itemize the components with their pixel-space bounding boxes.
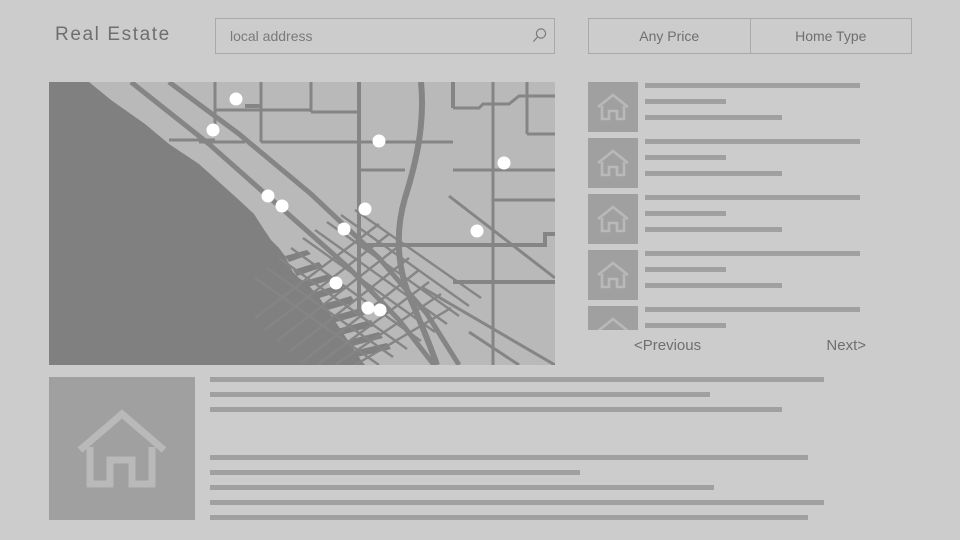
app-root: Real Estate Any Price Home Type: [0, 0, 960, 540]
listing-bar: [645, 307, 860, 312]
house-icon: [597, 317, 629, 330]
house-icon: [597, 93, 629, 121]
listing-bar: [645, 171, 782, 176]
listing-placeholder-lines: [645, 82, 912, 120]
listing-thumbnail: [588, 306, 638, 330]
listing-placeholder-lines: [645, 138, 912, 176]
map-canvas: [49, 82, 555, 365]
detail-bar: [210, 485, 714, 490]
search-box[interactable]: [215, 18, 555, 54]
filter-any-price[interactable]: Any Price: [589, 19, 750, 53]
listing-bar: [645, 251, 860, 256]
map-view[interactable]: [49, 82, 555, 365]
filter-bar: Any Price Home Type: [588, 18, 912, 54]
previous-button[interactable]: <Previous: [634, 337, 701, 354]
listing-results[interactable]: [588, 82, 912, 330]
search-icon[interactable]: [524, 27, 554, 45]
listing-bar: [645, 83, 860, 88]
detail-bar: [210, 500, 824, 505]
house-icon: [77, 408, 167, 487]
detail-bar: [210, 515, 808, 520]
search-input[interactable]: [216, 28, 524, 44]
listing-bar: [645, 99, 726, 104]
list-item[interactable]: [588, 194, 912, 250]
house-icon: [597, 261, 629, 289]
list-item[interactable]: [588, 250, 912, 306]
next-button[interactable]: Next>: [826, 337, 866, 354]
list-item[interactable]: [588, 82, 912, 138]
page-title: Real Estate: [55, 24, 171, 45]
detail-paragraph-gap: [210, 412, 910, 455]
detail-bar: [210, 392, 710, 397]
listing-bar: [645, 283, 782, 288]
listing-placeholder-lines: [645, 250, 912, 288]
listing-bar: [645, 211, 726, 216]
house-icon: [597, 149, 629, 177]
listing-bar: [645, 139, 860, 144]
listing-bar: [645, 267, 726, 272]
detail-thumbnail[interactable]: [49, 377, 195, 520]
detail-bar: [210, 455, 808, 460]
filter-home-type[interactable]: Home Type: [749, 19, 912, 53]
listing-bar: [645, 323, 726, 328]
listing-placeholder-lines: [645, 194, 912, 232]
detail-placeholder-lines: [210, 377, 910, 520]
listing-thumbnail: [588, 250, 638, 300]
listing-bar: [645, 195, 860, 200]
house-icon: [597, 205, 629, 233]
listing-thumbnail: [588, 194, 638, 244]
listing-bar: [645, 155, 726, 160]
listing-thumbnail: [588, 138, 638, 188]
list-item[interactable]: [588, 138, 912, 194]
list-item[interactable]: [588, 306, 912, 330]
detail-bar: [210, 470, 580, 475]
listing-bar: [645, 115, 782, 120]
listing-bar: [645, 227, 782, 232]
pagination: <Previous Next>: [588, 337, 912, 354]
listing-placeholder-lines: [645, 306, 912, 330]
detail-bar: [210, 377, 824, 382]
listing-thumbnail: [588, 82, 638, 132]
